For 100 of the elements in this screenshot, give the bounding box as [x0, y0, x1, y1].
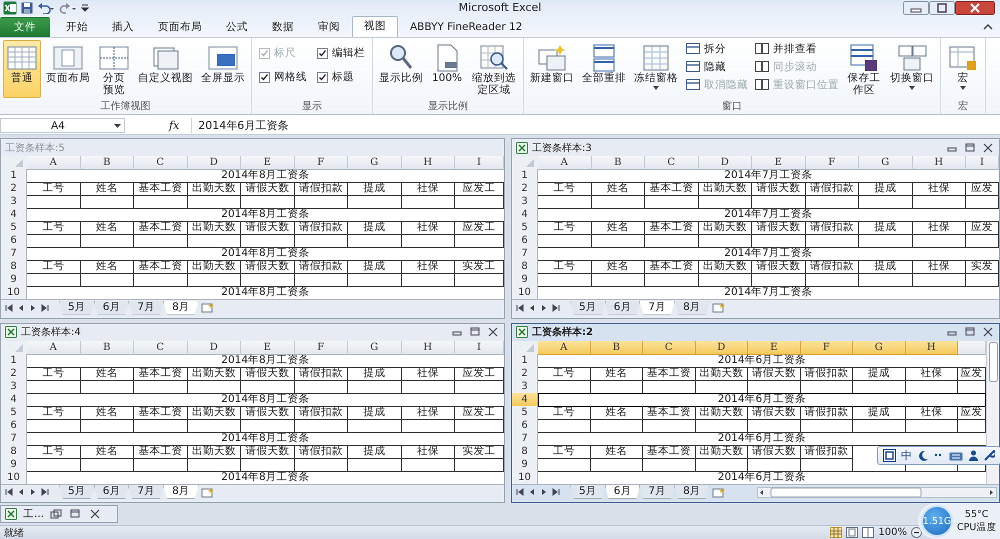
row-header[interactable]: 10 — [1, 286, 27, 299]
ribbon-button[interactable]: 宏 — [944, 40, 982, 98]
ribbon-button[interactable]: 冻结窗格 — [631, 40, 682, 98]
column-header[interactable]: H — [402, 340, 455, 354]
formula-field[interactable]: 2014年6月工资条 — [191, 118, 1000, 133]
column-header[interactable]: A — [538, 340, 590, 354]
row-header[interactable]: 2 — [512, 182, 538, 196]
sheet-tab[interactable]: 5月 — [570, 485, 606, 499]
row-header[interactable]: 5 — [1, 221, 27, 235]
row-header[interactable]: 9 — [1, 273, 27, 287]
row-header[interactable]: 4 — [512, 392, 538, 406]
sheet-tab[interactable]: 7月 — [639, 300, 676, 314]
row-header[interactable]: 6 — [1, 234, 27, 248]
column-header[interactable]: D — [188, 340, 241, 354]
sheet-tab[interactable]: 5月 — [570, 300, 606, 314]
ribbon-tab[interactable]: 页面布局 — [146, 17, 214, 37]
row-header[interactable]: 3 — [512, 380, 538, 394]
ribbon-button[interactable]: 缩放到选定区域 — [468, 40, 520, 98]
sheet-tab[interactable]: 8月 — [674, 300, 710, 314]
column-header[interactable]: F — [294, 156, 348, 170]
row-header[interactable]: 8 — [512, 444, 538, 458]
ribbon-button[interactable]: 全部重排 — [579, 40, 630, 98]
column-header[interactable]: E — [241, 340, 294, 354]
sheet-tab[interactable]: 6月 — [604, 300, 640, 314]
column-header[interactable]: B — [592, 156, 645, 170]
ribbon-tab[interactable]: 开始 — [54, 17, 100, 37]
column-header[interactable]: H — [912, 156, 966, 170]
row-header[interactable]: 6 — [512, 234, 538, 248]
column-header[interactable]: C — [643, 340, 696, 354]
row-header[interactable]: 6 — [1, 418, 27, 432]
row-header[interactable]: 10 — [512, 286, 538, 299]
ribbon-tab[interactable]: 插入 — [100, 17, 146, 37]
row-header[interactable]: 7 — [1, 432, 27, 446]
row-header[interactable]: 9 — [512, 273, 538, 287]
ribbon-tab[interactable]: 视图 — [352, 16, 398, 37]
row-header[interactable]: 5 — [512, 406, 538, 420]
row-header[interactable]: 1 — [1, 354, 27, 368]
ribbon-button[interactable]: 保存工作区 — [843, 40, 885, 98]
column-header[interactable]: D — [188, 156, 241, 170]
ribbon-button[interactable]: 隐藏 — [685, 59, 748, 74]
input-mode-button[interactable]: 中 — [901, 448, 912, 463]
column-header[interactable]: A — [538, 156, 592, 170]
column-header[interactable]: I — [966, 156, 999, 170]
row-header[interactable]: 8 — [1, 444, 27, 458]
row-header[interactable]: 3 — [1, 195, 27, 209]
ribbon-tab[interactable]: ABBYY FineReader 12 — [398, 17, 534, 37]
sheet-tab[interactable]: 8月 — [163, 300, 199, 314]
sheet-tab[interactable]: 5月 — [59, 300, 95, 314]
ribbon-button[interactable]: 分页预览 — [95, 40, 133, 98]
ribbon-button[interactable]: 全屏显示 — [198, 40, 248, 98]
insert-function-button[interactable]: fx — [165, 119, 184, 132]
column-header[interactable]: I — [455, 340, 504, 354]
column-header[interactable]: A — [27, 156, 80, 170]
column-header[interactable]: C — [645, 156, 698, 170]
row-header[interactable]: 1 — [512, 354, 538, 368]
column-header[interactable]: C — [134, 340, 188, 354]
ribbon-button[interactable]: 新建窗口 — [527, 40, 578, 98]
ribbon-button[interactable]: 拆分 — [685, 41, 748, 56]
ribbon-tab[interactable]: 公式 — [214, 17, 260, 37]
ribbon-button[interactable]: 普通 — [3, 40, 41, 98]
ribbon-button[interactable]: 切换窗口 — [886, 40, 937, 98]
row-header[interactable]: 3 — [512, 195, 538, 209]
sheet-tab[interactable]: 6月 — [94, 300, 130, 314]
ribbon-button[interactable]: 页面布局 — [43, 40, 93, 98]
column-header[interactable]: F — [806, 156, 859, 170]
row-header[interactable]: 2 — [512, 366, 538, 380]
ribbon-button[interactable]: 自定义视图 — [135, 40, 196, 98]
row-header[interactable]: 3 — [1, 380, 27, 394]
sheet-tab[interactable]: 5月 — [59, 485, 95, 499]
column-header[interactable]: H — [402, 156, 455, 170]
ribbon-button[interactable]: 100% — [428, 40, 466, 98]
row-header[interactable]: 2 — [1, 182, 27, 196]
row-header[interactable]: 9 — [1, 458, 27, 472]
column-header[interactable]: B — [80, 156, 134, 170]
column-header[interactable]: E — [748, 340, 800, 354]
sheet-tab[interactable]: 7月 — [128, 485, 164, 499]
column-header[interactable]: F — [294, 340, 348, 354]
sheet-tab[interactable]: 8月 — [163, 485, 199, 499]
column-header[interactable]: B — [590, 340, 643, 354]
sheet-tab[interactable]: 6月 — [94, 485, 130, 499]
row-header[interactable]: 4 — [1, 208, 27, 222]
column-header[interactable]: H — [906, 340, 958, 354]
row-header[interactable]: 10 — [1, 470, 27, 484]
row-header[interactable]: 6 — [512, 418, 538, 432]
column-header[interactable]: C — [134, 156, 188, 170]
row-header[interactable]: 4 — [512, 208, 538, 222]
column-header[interactable]: F — [800, 340, 853, 354]
row-header[interactable]: 7 — [1, 247, 27, 261]
name-box[interactable]: A4 — [0, 118, 125, 133]
column-header[interactable]: I — [455, 156, 504, 170]
column-header[interactable]: E — [241, 156, 294, 170]
column-header[interactable]: D — [698, 156, 752, 170]
column-header[interactable]: G — [859, 156, 912, 170]
column-header[interactable]: G — [853, 340, 906, 354]
row-header[interactable]: 8 — [1, 260, 27, 274]
row-header[interactable]: 10 — [512, 470, 538, 484]
row-header[interactable]: 5 — [512, 221, 538, 235]
column-header[interactable]: G — [348, 340, 402, 354]
row-header[interactable]: 7 — [512, 247, 538, 261]
row-header[interactable]: 1 — [512, 169, 538, 183]
